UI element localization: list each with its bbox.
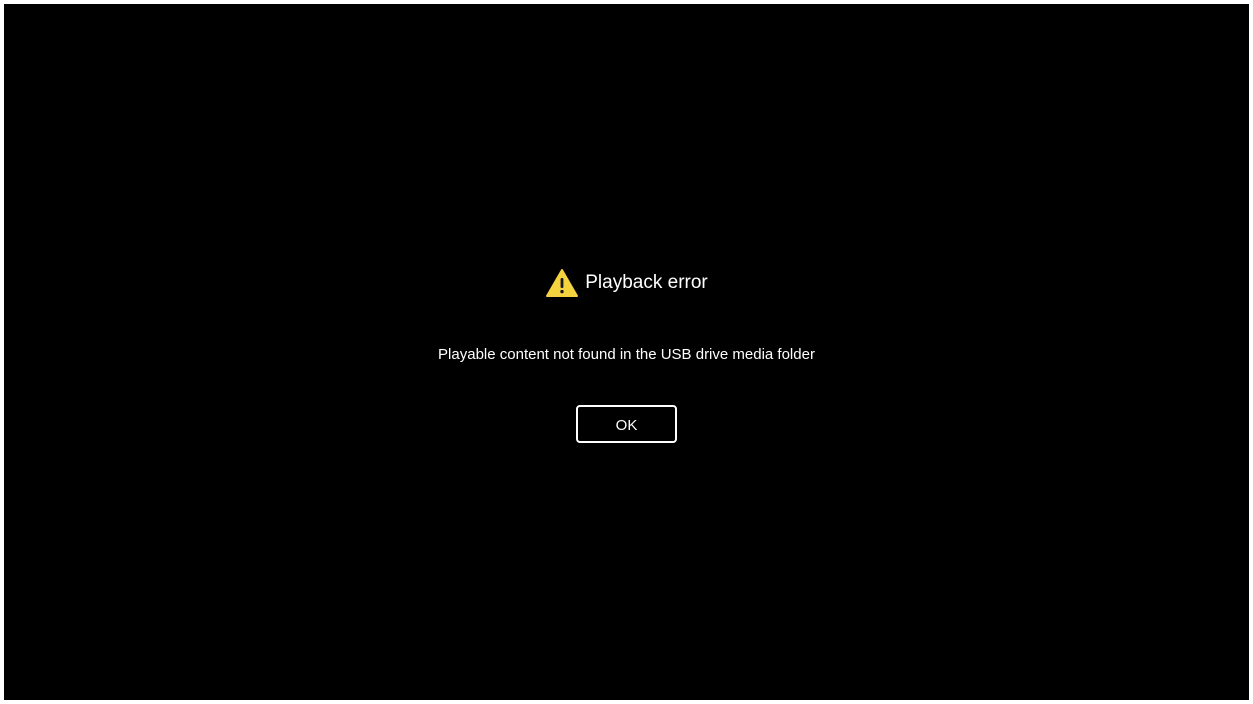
error-dialog: Playback error Playable content not foun… bbox=[4, 266, 1249, 456]
dialog-title: Playback error bbox=[585, 272, 708, 293]
dialog-message: Playable content not found in the USB dr… bbox=[438, 346, 815, 363]
warning-triangle-icon bbox=[545, 268, 579, 298]
dialog-header: Playback error bbox=[4, 266, 1249, 300]
ok-button[interactable]: OK bbox=[576, 405, 677, 443]
tv-screen: Playback error Playable content not foun… bbox=[4, 4, 1249, 700]
